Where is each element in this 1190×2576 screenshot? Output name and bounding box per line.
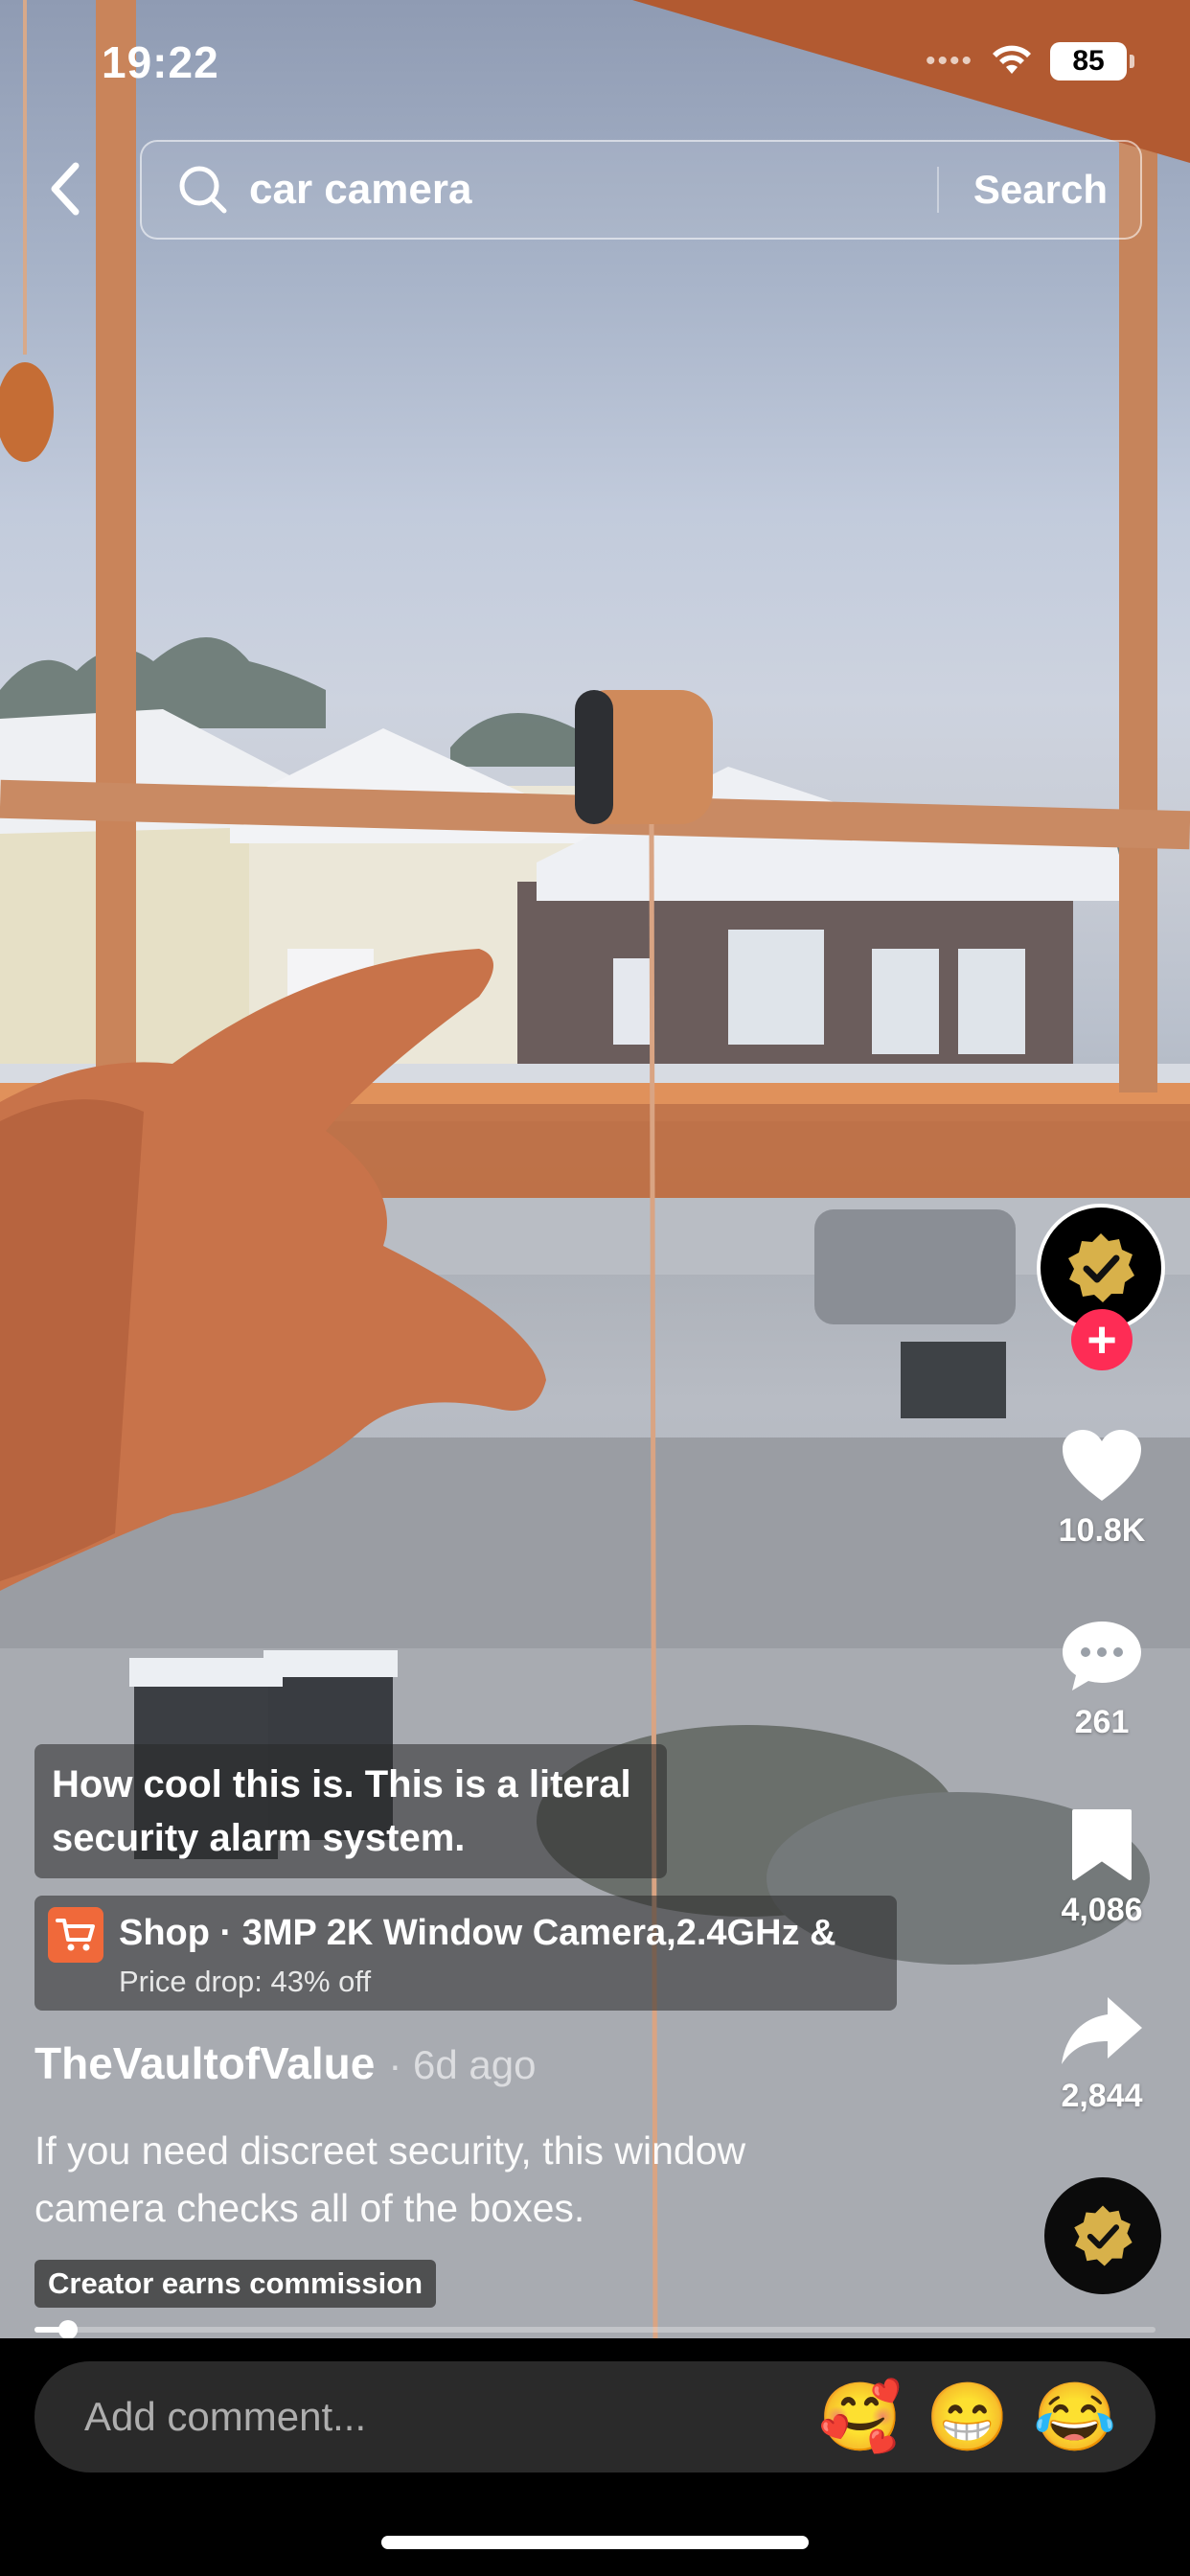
status-icons: •••• 85 <box>925 42 1134 80</box>
emoji-grinning[interactable]: 😁 <box>914 2383 1021 2450</box>
battery-indicator: 85 <box>1050 42 1134 80</box>
video-description: If you need discreet security, this wind… <box>34 2128 746 2230</box>
author-name[interactable]: TheVaultofValue <box>34 2037 375 2089</box>
post-time: · 6d ago <box>388 2042 537 2087</box>
progress-scrubber[interactable] <box>58 2320 78 2339</box>
search-query[interactable]: car camera <box>249 166 937 214</box>
comment-input[interactable]: Add comment... 🥰 😁 😂 <box>34 2361 1156 2472</box>
shopping-cart-icon <box>48 1907 103 1963</box>
shop-link[interactable]: Shop · 3MP 2K Window Camera,2.4GHz & Pri… <box>34 1896 897 2011</box>
save-count: 4,086 <box>1061 1892 1143 1928</box>
bookmark-icon <box>1072 1809 1132 1880</box>
shop-product-title: Shop · 3MP 2K Window Camera,2.4GHz & <box>119 1913 836 1953</box>
search-bar[interactable]: car camera Search <box>140 140 1142 240</box>
music-disc[interactable] <box>1044 2177 1161 2294</box>
chevron-left-icon <box>51 162 80 216</box>
like-count: 10.8K <box>1058 1512 1146 1549</box>
sound-verified-icon <box>1074 2205 1133 2266</box>
comment-bubble-icon <box>1063 1622 1141 1690</box>
share-button[interactable]: 2,844 <box>1046 1993 1157 2115</box>
comment-count: 261 <box>1074 1704 1130 1740</box>
back-button[interactable] <box>38 153 90 224</box>
shop-price-drop: Price drop: 43% off <box>119 1965 372 1998</box>
like-button[interactable]: 10.8K <box>1046 1428 1157 1550</box>
cellular-signal-icon: •••• <box>925 45 973 77</box>
verified-badge-icon <box>1068 1233 1134 1302</box>
comment-button[interactable]: 261 <box>1046 1618 1157 1741</box>
emoji-smiling-hearts[interactable]: 🥰 <box>807 2383 914 2450</box>
wifi-icon <box>991 43 1033 80</box>
status-time: 19:22 <box>102 37 219 87</box>
commission-badge: Creator earns commission <box>34 2260 437 2308</box>
share-arrow-icon <box>1062 1997 1142 2064</box>
emoji-tears-of-joy[interactable]: 😂 <box>1021 2383 1129 2450</box>
search-icon <box>176 163 230 217</box>
video-progress-bar[interactable] <box>34 2320 1156 2339</box>
follow-button[interactable]: + <box>1071 1309 1133 1370</box>
author-row: TheVaultofValue · 6d ago <box>34 2037 536 2089</box>
home-indicator <box>381 2536 809 2549</box>
search-button[interactable]: Search <box>939 167 1140 213</box>
comment-placeholder: Add comment... <box>84 2394 367 2439</box>
share-count: 2,844 <box>1061 2078 1143 2114</box>
heart-icon <box>1063 1430 1141 1501</box>
save-button[interactable]: 4,086 <box>1046 1807 1157 1929</box>
video-caption: How cool this is. This is a literal secu… <box>34 1744 667 1878</box>
